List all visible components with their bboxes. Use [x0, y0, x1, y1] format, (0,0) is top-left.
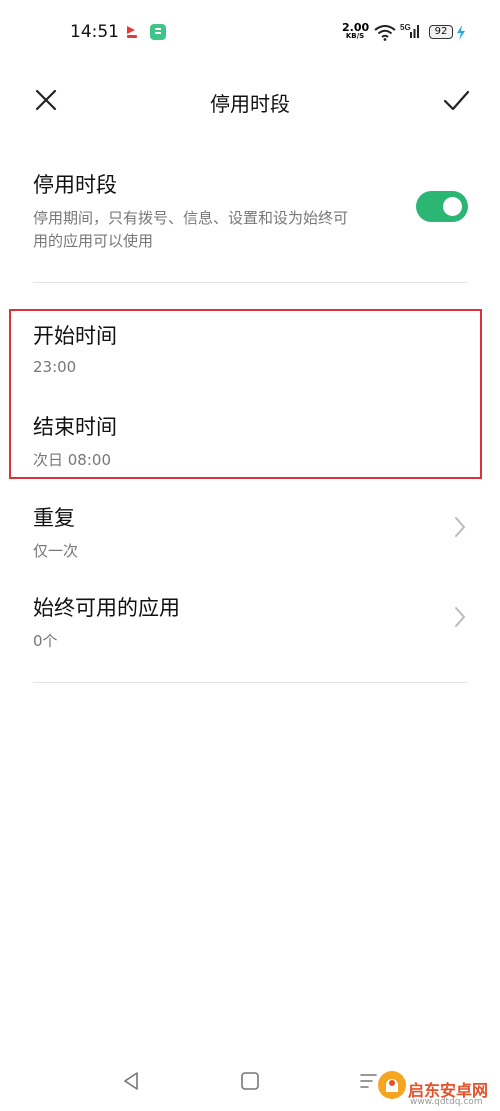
chevron-right-icon	[455, 517, 466, 537]
always-available-apps-row[interactable]: 始终可用的应用 0个	[33, 592, 467, 654]
toggle-knob	[443, 197, 462, 216]
cellular-signal-icon: 5G	[400, 22, 422, 44]
status-bar: 14:51 2.00 KB/S 5G 92	[0, 0, 500, 66]
divider	[33, 282, 467, 283]
confirm-button[interactable]	[442, 86, 470, 114]
divider	[33, 682, 467, 683]
back-triangle-icon	[124, 1072, 138, 1090]
app-notification-icon	[124, 24, 140, 40]
network-speed-unit: KB/S	[345, 32, 365, 40]
chevron-right-icon	[455, 607, 466, 627]
app-header: 停用时段	[0, 66, 500, 136]
start-time-value: 23:00	[33, 358, 77, 376]
start-time-row[interactable]: 开始时间 23:00	[33, 320, 467, 382]
watermark-url: www.qdtdq.com	[410, 1097, 483, 1107]
wifi-icon	[374, 25, 396, 45]
downtime-description-line: 停用期间，只有拨号、信息、设置和设为始终可	[33, 209, 349, 227]
charging-icon	[456, 25, 466, 44]
network-speed: 2.00 KB/S	[342, 21, 370, 41]
battery-indicator: 92	[429, 25, 453, 39]
repeat-value: 仅一次	[33, 542, 79, 560]
home-button[interactable]	[236, 1067, 264, 1095]
page-title: 停用时段	[210, 92, 290, 116]
end-time-value: 次日 08:00	[33, 451, 111, 469]
start-time-label: 开始时间	[33, 324, 117, 348]
downtime-description: 停用期间，只有拨号、信息、设置和设为始终可 用的应用可以使用	[33, 207, 393, 253]
downtime-toggle-title: 停用时段	[33, 173, 117, 197]
always-available-apps-label: 始终可用的应用	[33, 596, 180, 620]
status-time: 14:51	[70, 22, 119, 42]
always-available-apps-count: 0个	[33, 632, 58, 650]
check-icon	[443, 90, 470, 111]
signal-label: 5G	[400, 23, 411, 32]
back-button[interactable]	[117, 1067, 145, 1095]
repeat-row[interactable]: 重复 仅一次	[33, 502, 467, 564]
repeat-label: 重复	[33, 506, 75, 530]
app-notification-icon	[150, 24, 166, 40]
downtime-toggle-section: 停用时段 停用期间，只有拨号、信息、设置和设为始终可 用的应用可以使用	[33, 169, 467, 253]
downtime-description-line: 用的应用可以使用	[33, 232, 154, 250]
network-speed-value: 2.00	[342, 21, 370, 34]
end-time-label: 结束时间	[33, 415, 117, 439]
home-square-icon	[241, 1072, 259, 1090]
downtime-toggle-switch[interactable]	[416, 191, 468, 222]
end-time-row[interactable]: 结束时间 次日 08:00	[33, 411, 467, 473]
